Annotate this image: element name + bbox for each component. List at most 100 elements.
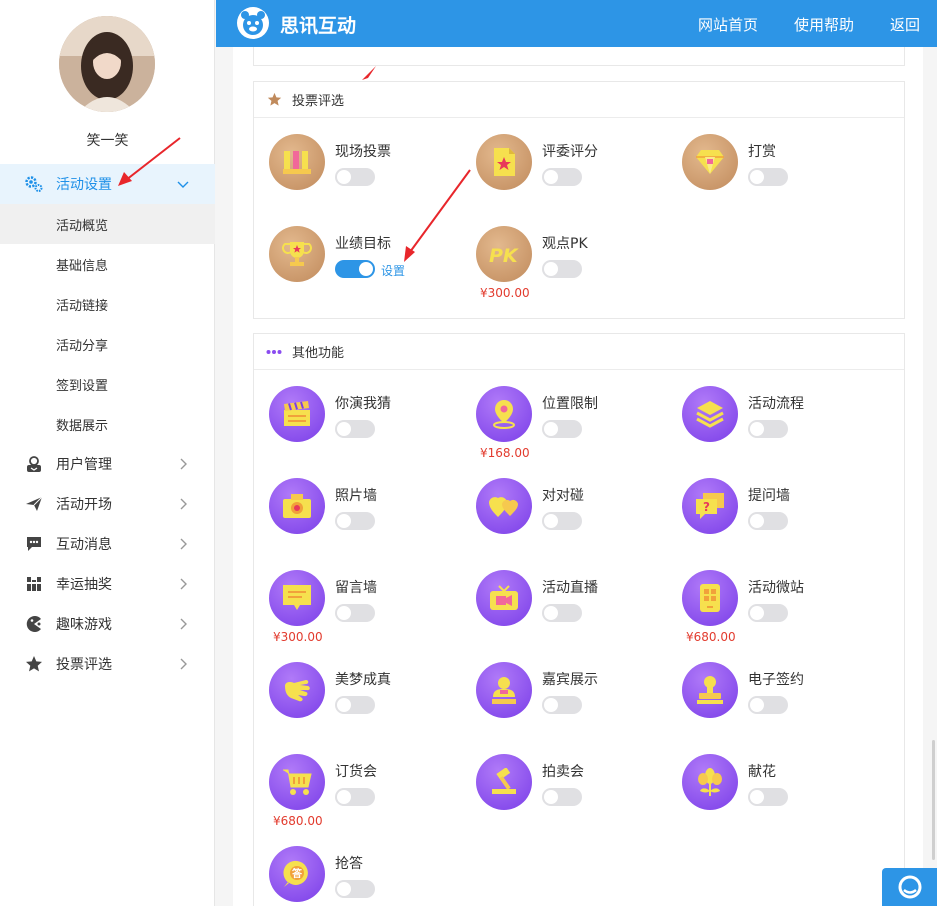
- score-card-icon: [476, 134, 532, 190]
- scrollbar[interactable]: [932, 740, 935, 860]
- feature-reward: 打赏: [682, 134, 882, 214]
- voting-panel: 投票评选 现场投票 评委评分 打赏 业绩目标 设置 PK 观点PK ¥300.0…: [253, 81, 905, 319]
- nav-help-link[interactable]: 使用帮助: [794, 14, 854, 35]
- headset-icon: [895, 870, 925, 904]
- phone-icon: [682, 570, 738, 626]
- feature-toggle[interactable]: [542, 512, 582, 530]
- feature-performance-goal: 业绩目标 设置: [269, 226, 469, 306]
- sidebar-item-label: 投票评选: [56, 657, 112, 673]
- trophy-icon: [269, 226, 325, 282]
- camera-icon: [269, 478, 325, 534]
- feature-live-stream: 活动直播: [476, 570, 676, 650]
- sidebar-item-label: 活动设置: [56, 177, 112, 193]
- quiz-icon: 答: [269, 846, 325, 902]
- feature-toggle[interactable]: [335, 788, 375, 806]
- feature-toggle[interactable]: [335, 880, 375, 898]
- feature-name: 订货会: [335, 764, 377, 780]
- feature-name: 电子签约: [748, 672, 804, 688]
- clapperboard-icon: [269, 386, 325, 442]
- feature-price: ¥680.00: [686, 630, 736, 644]
- submenu-item-share[interactable]: 活动分享: [0, 324, 215, 364]
- customer-service-button[interactable]: [882, 868, 937, 906]
- logo-icon: [236, 6, 270, 40]
- feature-toggle[interactable]: [748, 788, 788, 806]
- feature-toggle[interactable]: [542, 788, 582, 806]
- feature-name: 抢答: [335, 856, 363, 872]
- layers-icon: [682, 386, 738, 442]
- tv-icon: [476, 570, 532, 626]
- feature-auction: 拍卖会: [476, 754, 676, 834]
- feature-toggle[interactable]: [335, 512, 375, 530]
- feature-toggle[interactable]: [748, 604, 788, 622]
- feature-charades: 你演我猜: [269, 386, 469, 466]
- panel-title: 其他功能: [292, 346, 345, 361]
- feature-name: 现场投票: [335, 144, 391, 160]
- feature-name: 观点PK: [542, 236, 588, 252]
- feature-toggle[interactable]: [335, 260, 375, 278]
- feature-order-meeting: 订货会 ¥680.00: [269, 754, 469, 834]
- feature-toggle[interactable]: [748, 420, 788, 438]
- guest-icon: [476, 662, 532, 718]
- submenu-item-basic-info[interactable]: 基础信息: [0, 244, 215, 284]
- feature-toggle[interactable]: [748, 512, 788, 530]
- feature-toggle[interactable]: [335, 604, 375, 622]
- sidebar-item-games[interactable]: 趣味游戏: [0, 604, 215, 644]
- feature-toggle[interactable]: [542, 696, 582, 714]
- feature-guest-display: 嘉宾展示: [476, 662, 676, 742]
- submenu-item-overview[interactable]: 活动概览: [0, 204, 215, 244]
- submenu-item-links[interactable]: 活动链接: [0, 284, 215, 324]
- cart-icon: [269, 754, 325, 810]
- stamp-icon: [682, 662, 738, 718]
- previous-panel-edge: [253, 47, 905, 66]
- sidebar-item-label: 互动消息: [56, 537, 112, 553]
- user-icon: [24, 454, 44, 474]
- submenu-item-checkin[interactable]: 签到设置: [0, 364, 215, 404]
- hand-icon: [269, 662, 325, 718]
- question-bubble-icon: ?: [682, 478, 738, 534]
- sidebar: 笑一笑 活动设置 活动概览 基础信息 活动链接 活动分享 签到设置 数据展示 用…: [0, 0, 215, 906]
- sidebar-item-activity-settings[interactable]: 活动设置: [0, 164, 215, 204]
- feature-opinion-pk: PK 观点PK ¥300.00: [476, 226, 676, 306]
- feature-name: 活动流程: [748, 396, 804, 412]
- gavel-icon: [476, 754, 532, 810]
- feature-micro-site: 活动微站 ¥680.00: [682, 570, 882, 650]
- chevron-right-icon: [175, 496, 191, 512]
- nav-home-link[interactable]: 网站首页: [698, 14, 758, 35]
- chevron-right-icon: [175, 456, 191, 472]
- sidebar-item-messages[interactable]: 互动消息: [0, 524, 215, 564]
- feature-quick-answer: 答 抢答: [269, 846, 469, 906]
- feature-toggle[interactable]: [542, 260, 582, 278]
- sidebar-item-label: 趣味游戏: [56, 617, 112, 633]
- feature-photo-wall: 照片墙: [269, 478, 469, 558]
- lottery-icon: [24, 574, 44, 594]
- sidebar-item-lottery[interactable]: 幸运抽奖: [0, 564, 215, 604]
- feature-toggle[interactable]: [335, 168, 375, 186]
- feature-name: 提问墙: [748, 488, 790, 504]
- feature-toggle[interactable]: [335, 696, 375, 714]
- feature-dream-come-true: 美梦成真: [269, 662, 469, 742]
- avatar[interactable]: [59, 16, 155, 112]
- other-features-panel: 其他功能 你演我猜 位置限制 ¥168.00 活动流程 照片墙 对对碰 ? 提问…: [253, 333, 905, 906]
- feature-toggle[interactable]: [542, 604, 582, 622]
- feature-toggle[interactable]: [335, 420, 375, 438]
- other-features-header: 其他功能: [254, 334, 904, 370]
- location-pin-icon: [476, 386, 532, 442]
- feature-settings-link[interactable]: 设置: [381, 262, 405, 279]
- feature-name: 业绩目标: [335, 236, 391, 252]
- sidebar-item-user-management[interactable]: 用户管理: [0, 444, 215, 484]
- hearts-icon: [476, 478, 532, 534]
- nav-back-link[interactable]: 返回: [890, 14, 920, 35]
- feature-name: 嘉宾展示: [542, 672, 598, 688]
- feature-price: ¥300.00: [480, 286, 530, 300]
- svg-text:?: ?: [703, 500, 710, 514]
- feature-toggle[interactable]: [542, 168, 582, 186]
- feature-toggle[interactable]: [542, 420, 582, 438]
- submenu-item-data-display[interactable]: 数据展示: [0, 404, 215, 444]
- sidebar-item-opening[interactable]: 活动开场: [0, 484, 215, 524]
- activity-settings-submenu: 活动概览 基础信息 活动链接 活动分享 签到设置 数据展示: [0, 204, 215, 444]
- feature-e-signature: 电子签约: [682, 662, 882, 742]
- feature-toggle[interactable]: [748, 168, 788, 186]
- feature-price: ¥168.00: [480, 446, 530, 460]
- sidebar-item-voting[interactable]: 投票评选: [0, 644, 215, 684]
- feature-toggle[interactable]: [748, 696, 788, 714]
